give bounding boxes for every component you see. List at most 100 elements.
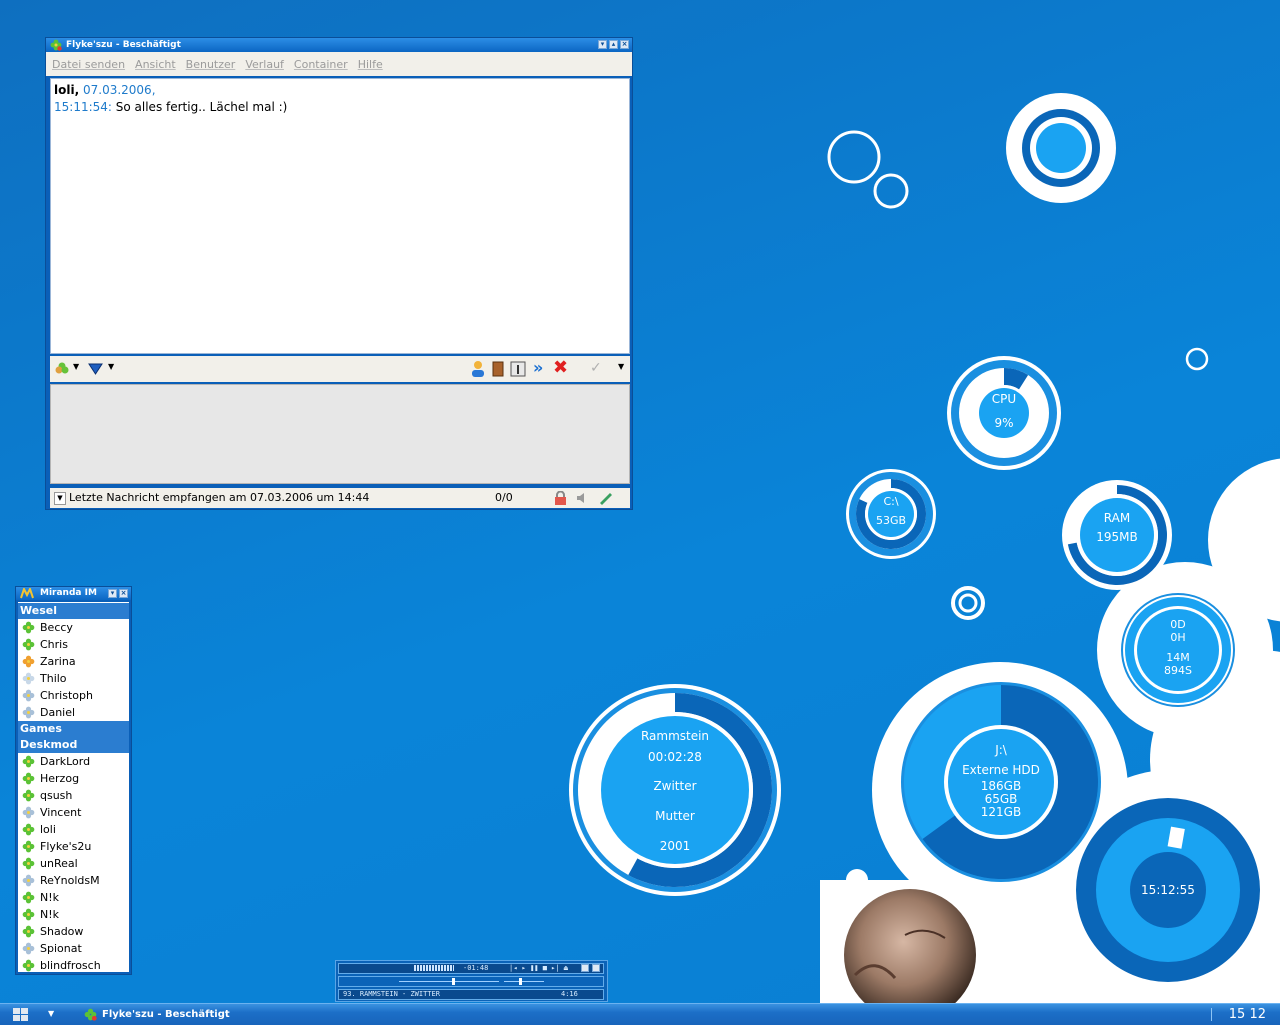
uptime-seconds: 894S: [1164, 664, 1192, 677]
winamp-track-title: 93. RAMMSTEIN - ZWITTER: [343, 990, 440, 998]
status-flower-icon: [22, 806, 35, 819]
maximize-button[interactable]: ▴: [609, 40, 618, 49]
chat-titlebar[interactable]: Flyke'szu - Beschäftigt ▾ ▴ ×: [46, 38, 632, 52]
contact-item[interactable]: Flyke's2u: [18, 838, 129, 855]
j-drive-free: 121GB: [980, 805, 1022, 819]
contact-item[interactable]: blindfrosch: [18, 957, 129, 972]
contact-name: Beccy: [40, 621, 73, 634]
pen-icon[interactable]: [598, 491, 614, 505]
contact-item[interactable]: N!k: [18, 889, 129, 906]
send-forward-icon[interactable]: »: [533, 358, 543, 377]
playback-controls[interactable]: |◂ ▸ ❚❚ ■ ▸| ⏏: [509, 964, 568, 973]
contact-item[interactable]: Vincent: [18, 804, 129, 821]
minimize-button[interactable]: ▾: [598, 40, 607, 49]
minimize-button[interactable]: ▾: [108, 589, 117, 598]
message-header: loli, 07.03.2006,: [54, 83, 626, 97]
uptime-minutes: 14M: [1166, 651, 1190, 664]
contact-item[interactable]: Christoph: [18, 687, 129, 704]
close-button[interactable]: ×: [119, 589, 128, 598]
chevron-down-icon[interactable]: ▼: [48, 1009, 54, 1018]
status-flower-icon: [22, 789, 35, 802]
chevron-down-icon[interactable]: ▼: [73, 362, 79, 371]
contact-item[interactable]: Beccy: [18, 619, 129, 636]
speaker-icon[interactable]: [576, 491, 590, 505]
miranda-titlebar[interactable]: Miranda IM ▾ ×: [16, 587, 131, 600]
smiley-icon[interactable]: [54, 361, 70, 377]
status-flower-icon: [22, 840, 35, 853]
spectrum-visualizer: [414, 965, 454, 971]
winamp-seek-row[interactable]: [338, 976, 604, 987]
seek-handle[interactable]: [452, 978, 455, 985]
contact-name: Spionat: [40, 942, 82, 955]
bubble: [958, 593, 978, 613]
contact-name: Zarina: [40, 655, 76, 668]
status-flower-icon: [22, 638, 35, 651]
contact-name: DarkLord: [40, 755, 91, 768]
contact-item[interactable]: Daniel: [18, 704, 129, 721]
seek-bar[interactable]: [399, 981, 499, 982]
contact-item[interactable]: N!k: [18, 906, 129, 923]
contact-group[interactable]: Deskmod: [18, 737, 129, 753]
winamp-player[interactable]: -01:48 |◂ ▸ ❚❚ ■ ▸| ⏏ 93. RAMMSTEIN - ZW…: [335, 960, 608, 1002]
close-button[interactable]: [592, 964, 600, 972]
chevron-down-icon[interactable]: ▼: [108, 362, 114, 371]
menu-hilfe[interactable]: Hilfe: [358, 58, 383, 71]
contact-item[interactable]: unReal: [18, 855, 129, 872]
clock-numeral-9: 9: [1060, 884, 1069, 899]
chevron-down-icon[interactable]: ▼: [618, 362, 624, 371]
chat-menubar: Datei senden Ansicht Benutzer Verlauf Co…: [46, 52, 632, 76]
volume-handle[interactable]: [519, 978, 522, 985]
contact-name: unReal: [40, 857, 78, 870]
history-icon[interactable]: [492, 361, 504, 377]
message-input[interactable]: [50, 384, 630, 484]
contact-group[interactable]: Wesel: [18, 602, 129, 619]
status-flower-icon: [22, 706, 35, 719]
contact-item[interactable]: loli: [18, 821, 129, 838]
windows-start-icon[interactable]: [12, 1007, 30, 1022]
lock-icon[interactable]: [553, 491, 568, 506]
contact-item[interactable]: DarkLord: [18, 753, 129, 770]
chat-window[interactable]: Flyke'szu - Beschäftigt ▾ ▴ × Datei send…: [45, 37, 633, 510]
flower-icon: [84, 1008, 97, 1021]
message-text: So alles fertig.. Lächel mal :): [115, 100, 288, 114]
contact-item[interactable]: Thilo: [18, 670, 129, 687]
status-flower-icon: [22, 672, 35, 685]
miranda-window[interactable]: Miranda IM ▾ × Wesel Beccy Chris Zarina Thil…: [15, 586, 132, 975]
message-log[interactable]: loli, 07.03.2006, 15:11:54: So alles fer…: [50, 78, 630, 354]
menu-datei-senden[interactable]: Datei senden: [52, 58, 125, 71]
music-artist: Rammstein: [640, 729, 710, 743]
close-red-icon[interactable]: ✖: [553, 357, 568, 378]
menu-benutzer[interactable]: Benutzer: [186, 58, 236, 71]
contact-group[interactable]: Games: [18, 721, 129, 737]
winamp-main-row[interactable]: -01:48 |◂ ▸ ❚❚ ■ ▸| ⏏: [338, 963, 604, 974]
taskbar-clock[interactable]: 15 12: [1229, 1004, 1266, 1025]
contact-name: Daniel: [40, 706, 76, 719]
minimize-button[interactable]: [581, 964, 589, 972]
menu-ansicht[interactable]: Ansicht: [135, 58, 176, 71]
message-sender: loli,: [54, 83, 80, 97]
contact-item[interactable]: Spionat: [18, 940, 129, 957]
contact-item[interactable]: Herzog: [18, 770, 129, 787]
contact-item[interactable]: Shadow: [18, 923, 129, 940]
status-flower-icon: [22, 621, 35, 634]
close-button[interactable]: ×: [620, 40, 629, 49]
winamp-track-row[interactable]: 93. RAMMSTEIN - ZWITTER 4:16: [338, 989, 604, 1000]
contact-item[interactable]: qsush: [18, 787, 129, 804]
j-drive-name: Externe HDD: [962, 763, 1040, 777]
j-drive-label: J:\: [995, 743, 1007, 757]
music-album: Mutter: [655, 809, 695, 823]
chevron-down-icon[interactable]: ▼: [54, 492, 66, 505]
contact-item[interactable]: Zarina: [18, 653, 129, 670]
menu-verlauf[interactable]: Verlauf: [245, 58, 284, 71]
menu-container[interactable]: Container: [294, 58, 348, 71]
taskbar-task-chat[interactable]: Flyke'szu - Beschäftigt: [80, 1005, 238, 1024]
volume-slider[interactable]: [504, 981, 544, 982]
send-check-icon[interactable]: ✓: [590, 360, 602, 376]
contact-item[interactable]: Chris: [18, 636, 129, 653]
contact-list[interactable]: Wesel Beccy Chris Zarina Thilo Christoph Danie…: [18, 602, 129, 972]
info-icon[interactable]: [510, 361, 526, 377]
font-color-icon[interactable]: [88, 362, 103, 376]
user-details-icon[interactable]: [470, 360, 486, 378]
contact-item[interactable]: ReYnoldsM: [18, 872, 129, 889]
contact-name: N!k: [40, 908, 60, 921]
